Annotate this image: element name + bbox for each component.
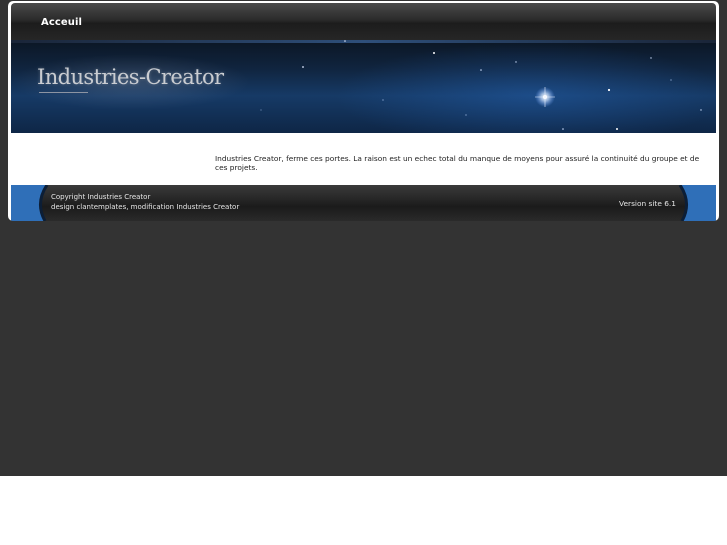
copyright-line: Copyright Industries Creator [51,193,151,201]
site-version: Version site 6.1 [619,199,676,208]
main-content: Industries Creator, ferme ces portes. La… [11,133,716,185]
site-container: Acceuil Industries-Creator Industries Cr… [8,1,719,221]
footer-left-accent [11,185,49,221]
logo-underline [39,92,88,93]
site-footer: Copyright Industries Creator design clan… [11,185,716,221]
site-logo: Industries-Creator [37,65,224,89]
header-banner: Industries-Creator [11,40,716,133]
announcement-text: Industries Creator, ferme ces portes. La… [215,154,700,172]
design-credit-line: design clantemplates, modification Indus… [51,203,240,211]
footer-right-accent [678,185,716,221]
top-navigation-bar: Acceuil [11,3,716,40]
copyright-block: Copyright Industries Creator design clan… [51,192,239,212]
nav-link-acceuil[interactable]: Acceuil [41,17,82,28]
